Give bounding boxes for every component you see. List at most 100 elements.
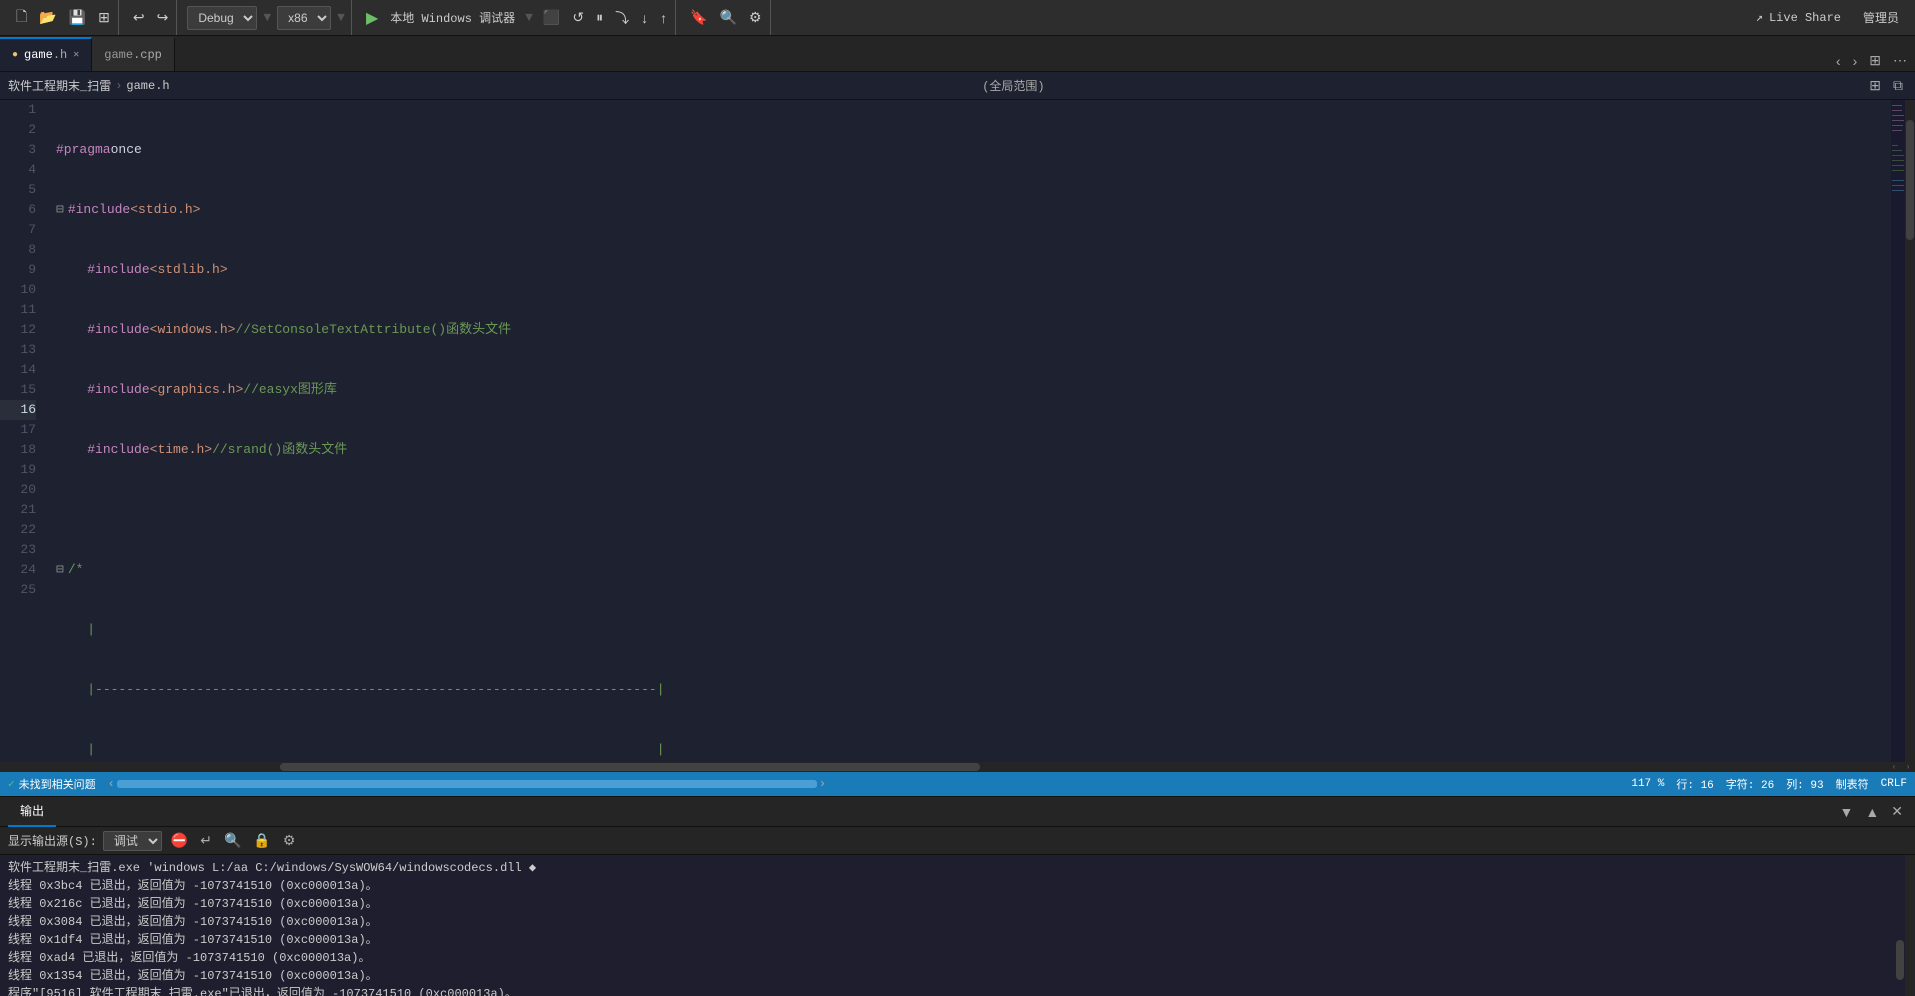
- config-toolbar-group: Debug ▼ x86 ▼: [183, 0, 352, 35]
- code-editor[interactable]: #pragma once ⊟#include <stdio.h> #includ…: [48, 100, 1891, 762]
- code-line-8: ⊟/*: [56, 560, 1891, 580]
- tabs-more-btn[interactable]: ⋯: [1889, 50, 1911, 71]
- output-minimize-btn[interactable]: ▼: [1836, 802, 1858, 822]
- code-line-1: #pragma once: [56, 140, 1891, 160]
- hscrollbar-nav-right[interactable]: ›: [819, 777, 826, 791]
- run-btn[interactable]: ▶: [362, 6, 382, 30]
- hscrollbar-arrows: ‹ ›: [1887, 762, 1915, 772]
- breadcrumb-split-btn[interactable]: ⧉: [1889, 75, 1907, 96]
- tabs-scroll-right-btn[interactable]: ›: [1849, 51, 1862, 71]
- step-over-btn[interactable]: ⤵: [611, 6, 633, 30]
- code-line-5: #include <graphics.h> //easyx图形库: [56, 380, 1891, 400]
- status-check-icon: ✓: [8, 777, 15, 791]
- hscrollbar-nav-left[interactable]: ‹: [108, 777, 115, 791]
- step-out-btn[interactable]: ↑: [656, 8, 671, 28]
- code-line-10: |---------------------------------------…: [56, 680, 1891, 700]
- breadcrumb-project[interactable]: 软件工程期末_扫雷: [8, 77, 111, 94]
- status-issues-label: 未找到相关问题: [19, 776, 96, 792]
- config-select[interactable]: Debug: [187, 6, 257, 30]
- editor-tabs: ● game.h ✕ game.cpp ‹ › ⊞ ⋯: [0, 36, 1915, 72]
- status-col[interactable]: 列: 93: [1786, 776, 1823, 792]
- output-maximize-btn[interactable]: ▲: [1861, 802, 1883, 822]
- tabs-scroll-left-btn[interactable]: ‹: [1832, 51, 1845, 71]
- manage-button[interactable]: 管理员: [1855, 7, 1907, 28]
- output-clear-btn[interactable]: ⛔: [168, 830, 191, 851]
- output-wrap-btn[interactable]: ↵: [197, 830, 215, 851]
- output-line-5: 线程 0xad4 已退出，返回值为 -1073741510 (0xc000013…: [8, 949, 1897, 967]
- live-share-button[interactable]: ↗ Live Share: [1748, 8, 1849, 27]
- status-check-item[interactable]: ✓ 未找到相关问题: [8, 776, 96, 792]
- output-panel-tabs: 输出 ▼ ▲ ✕: [0, 797, 1915, 827]
- stop-btn[interactable]: ⬛: [539, 7, 564, 28]
- save-all-btn[interactable]: ⊞: [94, 7, 114, 28]
- output-settings-btn[interactable]: ⚙: [280, 830, 299, 851]
- step-in-btn[interactable]: ↓: [637, 8, 652, 28]
- breadcrumb-expand-btn[interactable]: ⊞: [1865, 75, 1885, 96]
- main-toolbar: 🗋 📂 💾 ⊞ ↩ ↪ Debug ▼ x86 ▼ ▶ 本地 Windows 调…: [0, 0, 1915, 36]
- editor-area: 1 2 3 4 5 6 7 8 9 10 11 12 13 14 15 16 1…: [0, 100, 1915, 772]
- settings-btn[interactable]: ⚙: [745, 7, 766, 28]
- output-vscrollbar[interactable]: [1905, 855, 1915, 996]
- run-toolbar-group: ▶ 本地 Windows 调试器 ▼ ⬛ ↺ ⏸ ⤵ ↓ ↑: [358, 0, 676, 35]
- status-right: 117 % 行: 16 字符: 26 列: 93 制表符 CRLF: [1631, 776, 1907, 792]
- tab-output-label: 输出: [20, 802, 44, 819]
- editor-vscrollbar[interactable]: [1905, 100, 1915, 762]
- breadcrumb-file[interactable]: game.h: [126, 79, 169, 93]
- extra-toolbar-group: 🔖 🔍 ⚙: [682, 0, 770, 35]
- bookmark-btn[interactable]: 🔖: [686, 7, 711, 28]
- output-line-0: 软件工程期末_扫雷.exe 'windows L:/aa C:/windows/…: [8, 859, 1897, 877]
- output-source-select[interactable]: 调试: [103, 831, 162, 851]
- live-share-icon: ↗: [1756, 10, 1763, 25]
- live-share-label: Live Share: [1769, 11, 1841, 25]
- editor-hscrollbar-thumb[interactable]: [280, 763, 980, 771]
- status-char[interactable]: 字符: 26: [1726, 776, 1774, 792]
- breadcrumb-sep: ›: [115, 79, 122, 93]
- platform-select[interactable]: x86: [277, 6, 331, 30]
- tab-game-cpp[interactable]: game.cpp: [92, 37, 175, 71]
- output-find-btn[interactable]: 🔍: [221, 830, 244, 851]
- output-source-label: 显示输出源(S):: [8, 832, 97, 849]
- breadcrumb-bar: 软件工程期末_扫雷 › game.h (全局范围) ⊞ ⧉: [0, 72, 1915, 100]
- output-vscrollbar-thumb[interactable]: [1896, 940, 1904, 980]
- output-lock-btn[interactable]: 🔒: [250, 830, 273, 851]
- hscrollbar-left-arrow[interactable]: ‹: [1887, 762, 1901, 772]
- tab-close-game-h[interactable]: ✕: [73, 49, 79, 61]
- status-bar: ✓ 未找到相关问题 ‹ › 117 % 行: 16 字符: 26 列: 93 制…: [0, 772, 1915, 796]
- file-toolbar-group: 🗋 📂 💾 ⊞: [8, 0, 119, 35]
- output-line-2: 线程 0x216c 已退出，返回值为 -1073741510 (0xc00001…: [8, 895, 1897, 913]
- break-btn[interactable]: ⏸: [592, 7, 607, 28]
- output-bottom-row: 软件工程期末_扫雷.exe 'windows L:/aa C:/windows/…: [0, 855, 1915, 996]
- find-btn[interactable]: 🔍: [716, 7, 741, 28]
- tab-label-game-h: game.h: [24, 48, 67, 62]
- open-btn[interactable]: 📂: [35, 7, 60, 28]
- undo-btn[interactable]: ↩: [129, 7, 149, 28]
- redo-btn[interactable]: ↪: [153, 7, 173, 28]
- output-line-3: 线程 0x3084 已退出，返回值为 -1073741510 (0xc00001…: [8, 913, 1897, 931]
- code-line-11: | |: [56, 740, 1891, 760]
- code-line-6: #include <time.h> //srand()函数头文件: [56, 440, 1891, 460]
- new-file-btn[interactable]: 🗋: [12, 4, 31, 32]
- tab-output[interactable]: 输出: [8, 797, 56, 827]
- breadcrumb-scope[interactable]: (全局范围): [982, 77, 1044, 94]
- undo-toolbar-group: ↩ ↪: [125, 0, 177, 35]
- tab-game-h[interactable]: ● game.h ✕: [0, 37, 92, 71]
- code-line-9: |: [56, 620, 1891, 640]
- editor-hscrollbar[interactable]: ‹ ›: [0, 762, 1915, 772]
- tabs-expand-btn[interactable]: ⊞: [1865, 50, 1885, 71]
- status-encoding[interactable]: 制表符: [1836, 776, 1869, 792]
- editor-minimap: [1891, 100, 1905, 762]
- tab-modified-indicator: ●: [12, 50, 18, 61]
- run-target-label: 本地 Windows 调试器: [386, 7, 519, 28]
- editor-vscrollbar-thumb[interactable]: [1906, 120, 1914, 240]
- output-line-6: 线程 0x1354 已退出，返回值为 -1073741510 (0xc00001…: [8, 967, 1897, 985]
- output-content[interactable]: 软件工程期末_扫雷.exe 'windows L:/aa C:/windows/…: [0, 855, 1905, 996]
- save-btn[interactable]: 💾: [65, 7, 90, 28]
- output-panel: 输出 ▼ ▲ ✕ 显示输出源(S): 调试 ⛔ ↵ 🔍 🔒 ⚙ 软件工程期末_扫…: [0, 796, 1915, 996]
- output-toolbar: 显示输出源(S): 调试 ⛔ ↵ 🔍 🔒 ⚙: [0, 827, 1915, 855]
- status-row[interactable]: 行: 16: [1676, 776, 1713, 792]
- restart-btn[interactable]: ↺: [568, 7, 588, 28]
- hscrollbar-right-arrow[interactable]: ›: [1901, 762, 1915, 772]
- status-line-ending[interactable]: CRLF: [1881, 776, 1907, 792]
- status-zoom[interactable]: 117 %: [1631, 776, 1664, 792]
- output-close-btn[interactable]: ✕: [1887, 801, 1907, 822]
